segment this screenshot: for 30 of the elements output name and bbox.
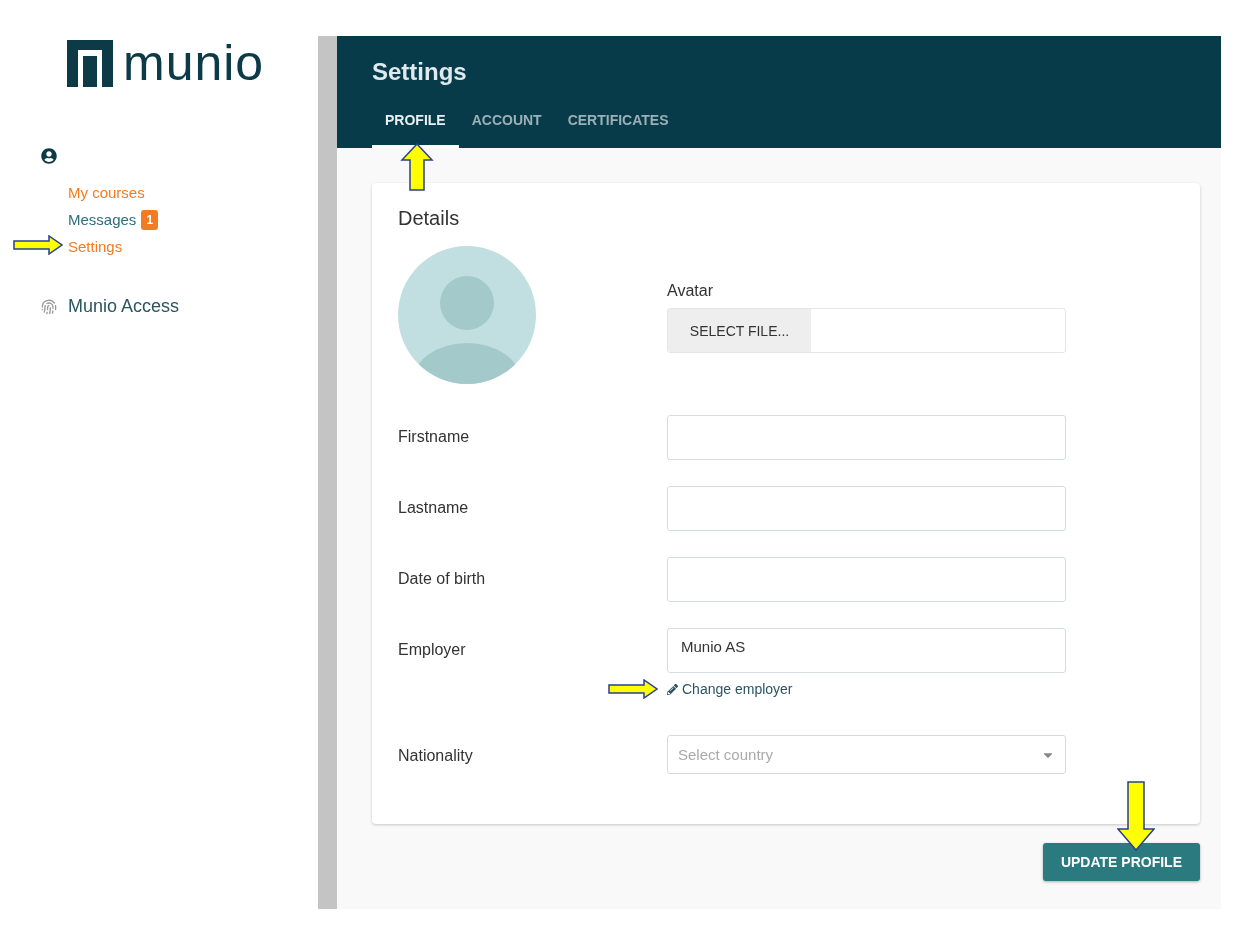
tab[interactable]: ACCOUNT xyxy=(458,112,555,148)
field-label: Lastname xyxy=(398,499,470,517)
user-icon[interactable] xyxy=(41,148,57,164)
annotation-arrow xyxy=(1117,781,1155,851)
text-field[interactable] xyxy=(667,415,1066,460)
page-title: Settings xyxy=(372,58,468,86)
card-title: Details xyxy=(398,207,461,230)
field-label: Employer xyxy=(398,641,467,659)
annotation-arrow xyxy=(13,235,63,255)
field-label: Avatar xyxy=(667,282,714,300)
pencil-icon xyxy=(667,683,678,695)
field-label: Firstname xyxy=(398,428,471,446)
annotation-arrow xyxy=(398,143,436,191)
app-link[interactable]: Munio Access xyxy=(68,296,180,317)
count-badge: 1 xyxy=(141,210,159,230)
field-label: Date of birth xyxy=(398,570,487,588)
update-profile-button[interactable]: UPDATE PROFILE xyxy=(1042,843,1200,881)
text-field[interactable] xyxy=(667,486,1066,531)
change-employer-link[interactable]: Change employer xyxy=(667,681,793,697)
text-field[interactable]: Munio AS xyxy=(667,628,1066,673)
annotation-arrow xyxy=(608,679,658,699)
field-label: Nationality xyxy=(398,747,474,765)
nav-link[interactable]: Messages 1 xyxy=(68,210,159,230)
logo-text: munio xyxy=(123,38,265,88)
logo-icon xyxy=(67,39,113,87)
fingerprint-icon xyxy=(41,298,57,315)
select-file-button[interactable]: SELECT FILE... xyxy=(668,309,811,352)
file-input[interactable]: SELECT FILE... xyxy=(667,308,1066,353)
tab[interactable]: CERTIFICATES xyxy=(554,112,682,148)
text-field[interactable] xyxy=(667,557,1066,602)
